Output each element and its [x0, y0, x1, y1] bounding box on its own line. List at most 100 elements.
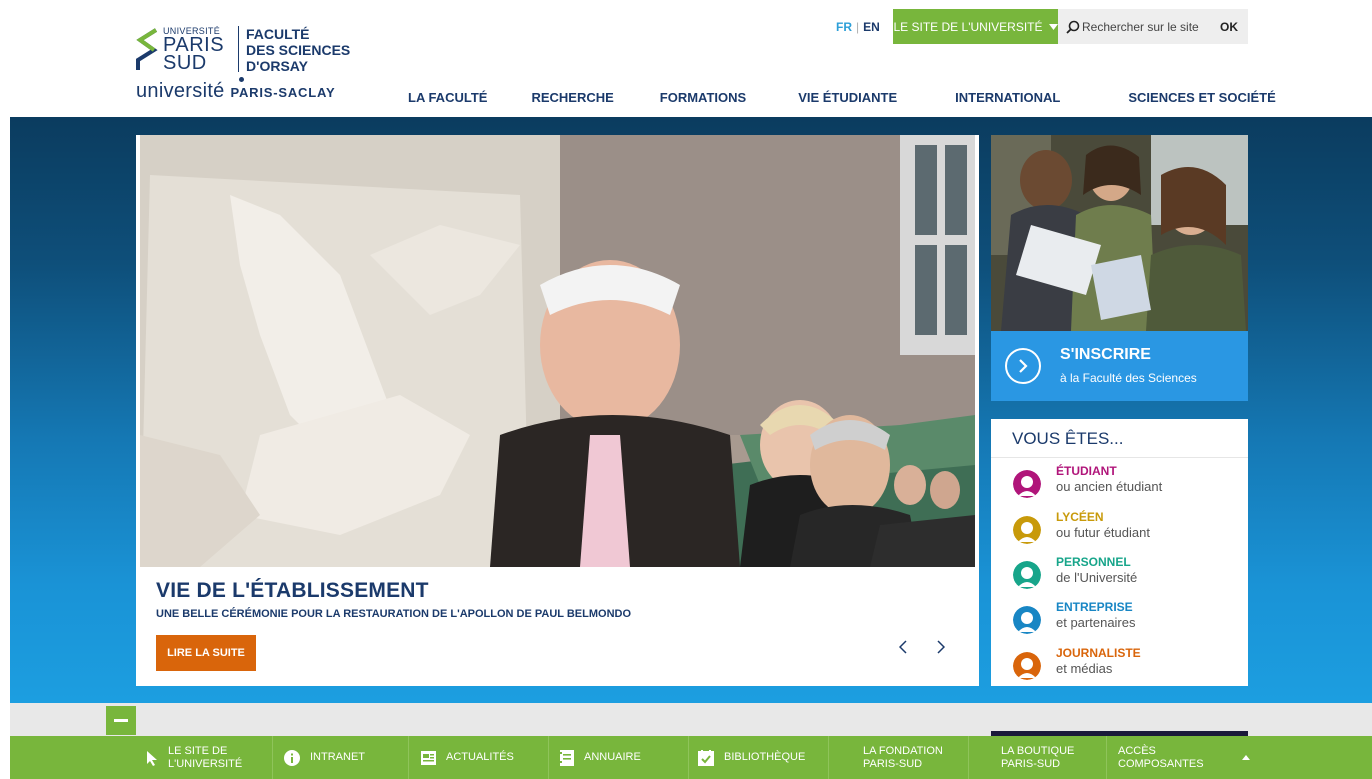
inscription-panel[interactable]: S'INSCRIRE à la Faculté des Sciences [991, 331, 1248, 401]
next-arrow[interactable] [931, 635, 951, 659]
nav-la-faculte[interactable]: LA FACULTÉ [408, 90, 487, 105]
footer-line1: ACTUALITÉS [446, 751, 514, 763]
nav-formations[interactable]: FORMATIONS [660, 90, 746, 105]
inscription-subtitle: à la Faculté des Sciences [1060, 371, 1197, 385]
audience-label: ÉTUDIANT [1056, 464, 1117, 478]
checkbook-icon [698, 749, 714, 766]
addressbook-icon [560, 749, 574, 766]
audience-desc: et partenaires [1056, 615, 1136, 630]
footer-line1: BIBLIOTHÈQUE [724, 751, 806, 763]
person-icon [1013, 516, 1041, 544]
chevron-left-icon [899, 640, 907, 654]
lang-separator: | [856, 20, 860, 34]
audience-desc: ou ancien étudiant [1056, 479, 1163, 494]
footer-line1: ANNUAIRE [584, 751, 641, 763]
nav-recherche[interactable]: RECHERCHE [531, 90, 613, 105]
caret-down-icon [1048, 23, 1058, 30]
logo-saclay: université PARIS-SACLAY [136, 80, 335, 103]
person-icon [1013, 606, 1041, 634]
s-logo-icon [136, 28, 158, 70]
audience-label: ENTREPRISE [1056, 600, 1133, 614]
footer-line2: COMPOSANTES [1118, 757, 1204, 770]
search-ok-button[interactable]: OK [1220, 20, 1238, 34]
audience-label: JOURNALISTE [1056, 646, 1141, 660]
footer-divider [1106, 736, 1107, 779]
footer-link-boutique[interactable]: LA BOUTIQUE PARIS-SUD [1001, 736, 1074, 779]
footer-line1: LA FONDATION [863, 744, 943, 757]
logo-faculte: FACULTÉ [246, 26, 310, 42]
footer-divider [688, 736, 689, 779]
audience-item-etudiant[interactable]: ÉTUDIANT ou ancien étudiant [1013, 464, 1243, 504]
university-site-dropdown[interactable]: LE SITE DE L'UNIVERSITÉ [893, 9, 1058, 44]
site-header: UNIVERSITÉ PARIS SUD FACULTÉ DES SCIENCE… [0, 0, 1372, 117]
newspaper-icon [421, 750, 436, 765]
footer-divider [968, 736, 969, 779]
footer-link-acces-composantes[interactable]: ACCÈS COMPOSANTES [1118, 736, 1250, 779]
lang-en-link[interactable]: EN [863, 20, 880, 34]
language-switcher: FR | EN [836, 20, 880, 34]
audience-divider [991, 457, 1248, 458]
footer-link-site-universite[interactable]: LE SITE DE L'UNIVERSITÉ [146, 736, 242, 779]
footer-line1: LE SITE DE [168, 744, 228, 757]
audience-desc: et médias [1056, 661, 1113, 676]
search-icon[interactable] [1066, 20, 1080, 34]
audience-item-entreprise[interactable]: ENTREPRISE et partenaires [1013, 600, 1243, 640]
audience-item-lyceen[interactable]: LYCÉEN ou futur étudiant [1013, 510, 1243, 550]
footer-line2: PARIS-SUD [863, 757, 923, 770]
logo-des-sciences: DES SCIENCES [246, 42, 351, 58]
students-photo[interactable] [991, 135, 1248, 331]
footer-line1: LA BOUTIQUE [1001, 744, 1075, 757]
footer-divider [548, 736, 549, 779]
slide-category: VIE DE L'ÉTABLISSEMENT [156, 579, 429, 602]
search-bar: OK [1058, 9, 1248, 44]
logo-faculty-name: FACULTÉ DES SCIENCES D'ORSAY [246, 26, 366, 74]
prev-arrow[interactable] [893, 635, 913, 659]
audience-item-personnel[interactable]: PERSONNEL de l'Université [1013, 555, 1243, 595]
footer-link-annuaire[interactable]: ANNUAIRE [560, 736, 641, 779]
logo-saclay-rest: PARIS-SACLAY [230, 85, 336, 100]
news-slide: VIE DE L'ÉTABLISSEMENT UNE BELLE CÉRÉMON… [136, 135, 979, 686]
logo-dorsay: D'ORSAY [246, 58, 308, 74]
footer-link-fondation[interactable]: LA FONDATION PARIS-SUD [863, 736, 943, 779]
inscription-arrow [1005, 348, 1041, 384]
chevron-right-icon [937, 640, 945, 654]
audience-title: VOUS ÊTES... [1012, 429, 1124, 448]
audience-item-journaliste[interactable]: JOURNALISTE et médias [1013, 646, 1243, 686]
audience-panel: VOUS ÊTES... ÉTUDIANT ou ancien étudiant… [991, 419, 1248, 686]
info-icon [284, 749, 300, 766]
lang-fr-link[interactable]: FR [836, 20, 852, 34]
faculty-logo[interactable]: UNIVERSITÉ PARIS SUD FACULTÉ DES SCIENCE… [136, 24, 366, 104]
footer-line2: PARIS-SUD [1001, 757, 1061, 770]
main-navigation: LA FACULTÉ RECHERCHE FORMATIONS VIE ÉTUD… [390, 89, 1276, 105]
footer-link-intranet[interactable]: INTRANET [284, 736, 365, 779]
audience-label: LYCÉEN [1056, 510, 1104, 524]
footer-line1: ACCÈS [1118, 744, 1156, 757]
cursor-icon [147, 750, 157, 766]
person-icon [1013, 561, 1041, 589]
slide-headline[interactable]: UNE BELLE CÉRÉMONIE POUR LA RESTAURATION… [156, 608, 631, 620]
footer-link-bibliotheque[interactable]: BIBLIOTHÈQUE [698, 736, 805, 779]
nav-vie-etudiante[interactable]: VIE ÉTUDIANTE [798, 90, 897, 105]
nav-international[interactable]: INTERNATIONAL [955, 90, 1060, 105]
person-icon [1013, 470, 1041, 498]
search-input[interactable] [1082, 19, 1220, 34]
footer-divider [828, 736, 829, 779]
inscription-title: S'INSCRIRE [1060, 346, 1151, 363]
footer-divider [408, 736, 409, 779]
audience-label: PERSONNEL [1056, 555, 1131, 569]
logo-separator [238, 26, 239, 72]
read-more-button[interactable]: LIRE LA SUITE [156, 635, 256, 671]
footer-divider [272, 736, 273, 779]
footer-link-actualites[interactable]: ACTUALITÉS [421, 736, 514, 779]
collapse-footer-button[interactable] [106, 706, 136, 735]
caret-up-icon [1241, 755, 1250, 760]
person-icon [1013, 652, 1041, 680]
slide-photo[interactable] [140, 135, 975, 567]
logo-sud: SUD [163, 52, 207, 74]
nav-sciences-et-societe[interactable]: SCIENCES ET SOCIÉTÉ [1128, 90, 1275, 105]
chevron-right-icon [1019, 359, 1028, 373]
footer-line1: INTRANET [310, 751, 365, 763]
university-site-label: LE SITE DE L'UNIVERSITÉ [893, 19, 1043, 34]
audience-desc: de l'Université [1056, 570, 1138, 585]
footer-line2: L'UNIVERSITÉ [168, 757, 243, 770]
